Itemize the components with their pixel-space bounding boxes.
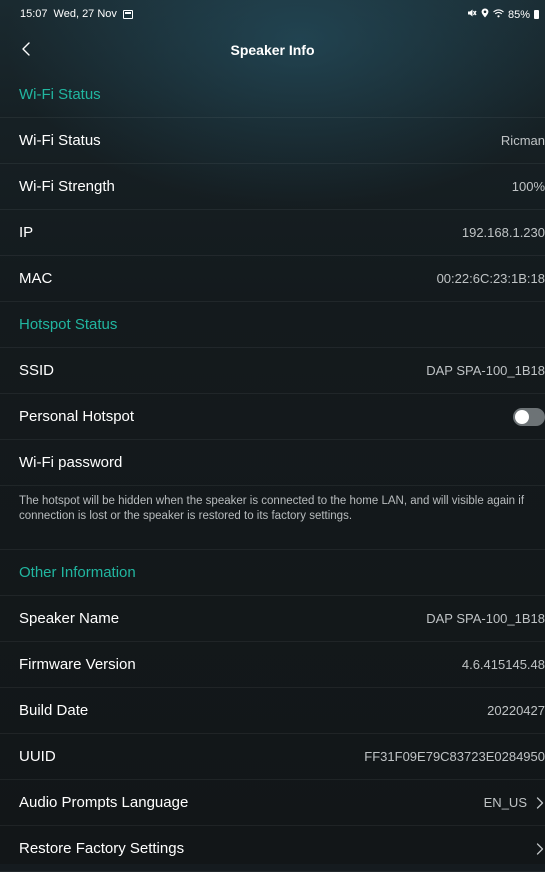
row-value: 00:22:6C:23:1B:18 xyxy=(436,271,545,286)
page-title: Speaker Info xyxy=(230,42,315,58)
status-right: 85% xyxy=(467,8,539,21)
row-firmware-version: Firmware Version 4.6.415145.48 xyxy=(0,642,545,688)
status-date: Wed, 27 Nov xyxy=(53,8,117,20)
hotspot-note: The hotspot will be hidden when the spea… xyxy=(0,486,545,550)
row-label: Wi-Fi password xyxy=(19,454,123,471)
row-personal-hotspot: Personal Hotspot xyxy=(0,394,545,440)
row-restore-factory-settings[interactable]: Restore Factory Settings xyxy=(0,826,545,872)
location-icon xyxy=(481,8,489,21)
row-speaker-name: Speaker Name DAP SPA-100_1B18 xyxy=(0,596,545,642)
row-value: Ricman xyxy=(500,133,545,148)
status-time: 15:07 xyxy=(20,8,48,20)
section-header-wifi-status: Wi-Fi Status xyxy=(0,72,545,118)
battery-percent: 85% xyxy=(507,8,530,21)
chevron-right-icon xyxy=(535,842,545,856)
row-build-date: Build Date 20220427 xyxy=(0,688,545,734)
row-value: 20220427 xyxy=(487,703,545,718)
row-label: Restore Factory Settings xyxy=(19,840,185,857)
settings-list: Wi-Fi Status Wi-Fi Status Ricman Wi-Fi S… xyxy=(0,72,545,872)
mute-icon xyxy=(467,8,477,21)
row-label: SSID xyxy=(19,362,55,379)
chevron-right-icon xyxy=(535,796,545,810)
row-value: FF31F09E79C83723E0284950 xyxy=(364,749,545,764)
row-wifi-status: Wi-Fi Status Ricman xyxy=(0,118,545,164)
row-label: Firmware Version xyxy=(19,656,136,673)
row-value: 100% xyxy=(511,179,545,194)
personal-hotspot-toggle[interactable] xyxy=(513,407,545,426)
row-label: Build Date xyxy=(19,702,89,719)
row-label: IP xyxy=(19,224,34,241)
row-label: Speaker Name xyxy=(19,610,120,627)
row-audio-prompts-language[interactable]: Audio Prompts Language EN_US xyxy=(0,780,545,826)
row-value: DAP SPA-100_1B18 xyxy=(426,611,545,626)
row-ip: IP 192.168.1.230 xyxy=(0,210,545,256)
row-label: UUID xyxy=(19,748,56,765)
row-label: Wi-Fi Strength xyxy=(19,178,115,195)
row-label: MAC xyxy=(19,270,53,287)
row-value: DAP SPA-100_1B18 xyxy=(426,363,545,378)
row-label: Audio Prompts Language xyxy=(19,794,189,811)
row-value: 192.168.1.230 xyxy=(461,225,545,240)
section-header-hotspot-status: Hotspot Status xyxy=(0,302,545,348)
row-wifi-strength: Wi-Fi Strength 100% xyxy=(0,164,545,210)
row-uuid: UUID FF31F09E79C83723E0284950 xyxy=(0,734,545,780)
row-wifi-password[interactable]: Wi-Fi password xyxy=(0,440,545,486)
toggle-knob xyxy=(515,409,529,424)
row-value: EN_US xyxy=(483,795,527,810)
row-label: Wi-Fi Status xyxy=(19,132,101,149)
battery-icon xyxy=(534,10,539,19)
row-mac: MAC 00:22:6C:23:1B:18 xyxy=(0,256,545,302)
nav-bar: Speaker Info xyxy=(0,30,545,70)
row-value: 4.6.415145.48 xyxy=(461,657,545,672)
wifi-icon xyxy=(493,8,504,21)
row-right: EN_US xyxy=(484,795,545,810)
status-left: 15:07 Wed, 27 Nov xyxy=(20,8,133,20)
speaker-info-screen: 15:07 Wed, 27 Nov 85% Speaker Info Wi-Fi… xyxy=(0,0,545,872)
calendar-icon xyxy=(122,9,133,19)
row-label: Personal Hotspot xyxy=(19,408,135,425)
status-bar: 15:07 Wed, 27 Nov 85% xyxy=(0,0,545,28)
row-ssid: SSID DAP SPA-100_1B18 xyxy=(0,348,545,394)
section-header-other-information: Other Information xyxy=(0,550,545,596)
